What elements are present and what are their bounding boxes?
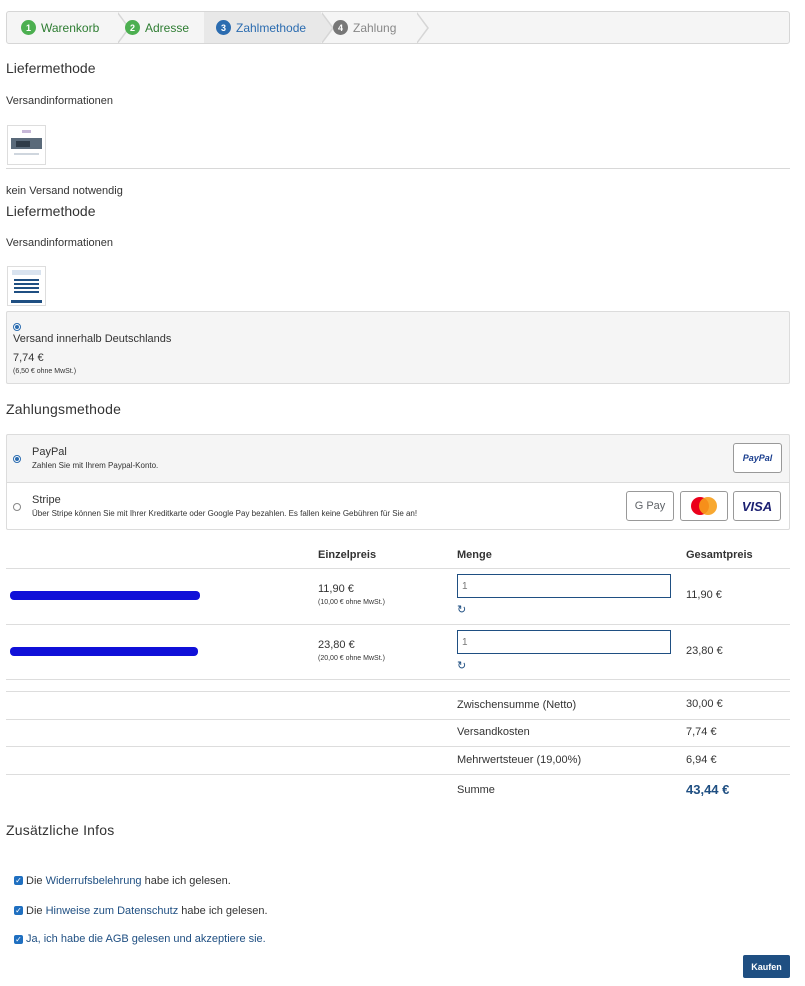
sum-value: 43,44 € <box>686 782 730 797</box>
withdrawal-link[interactable]: Widerrufsbelehrung <box>46 875 142 887</box>
delivery-note: kein Versand notwendig <box>6 185 123 197</box>
stripe-label: Stripe <box>32 494 61 506</box>
divider <box>6 746 790 747</box>
divider <box>6 691 790 692</box>
step-number: 2 <box>125 20 140 35</box>
col-header-total: Gesamtpreis <box>686 549 753 561</box>
step-label: Warenkorb <box>41 20 100 35</box>
shipping-price-net: (6,50 € ohne MwSt.) <box>13 368 77 375</box>
shipping-cost-value: 7,74 € <box>686 726 717 738</box>
additional-info-title: Zusätzliche Infos <box>6 822 115 838</box>
row-total: 23,80 € <box>686 645 723 657</box>
paypal-radio[interactable] <box>13 455 21 463</box>
checkbox-withdrawal[interactable]: ✓ <box>14 876 23 885</box>
terms-text: Ja, ich habe die AGB gelesen und akzepti… <box>26 933 266 945</box>
quantity-input[interactable] <box>457 574 671 598</box>
paypal-desc: Zahlen Sie mit Ihrem Paypal-Konto. <box>32 461 159 470</box>
delivery-subtitle: Versandinformationen <box>6 237 114 249</box>
step-zahlmethode[interactable]: 3 Zahlmethode <box>204 12 334 43</box>
shipping-price: 7,74 € <box>13 352 44 364</box>
step-label: Zahlmethode <box>236 20 307 35</box>
divider <box>6 774 790 775</box>
mastercard-icon <box>680 491 728 521</box>
tax-label: Mehrwertsteuer (19,00%) <box>457 754 582 766</box>
divider <box>6 568 790 569</box>
divider <box>6 168 790 169</box>
row-total: 11,90 € <box>686 589 722 601</box>
privacy-text: Die Hinweise zum Datenschutz habe ich ge… <box>26 905 268 917</box>
unit-price-net: (10,00 € ohne MwSt.) <box>318 599 385 606</box>
stripe-desc: Über Stripe können Sie mit Ihrer Kreditk… <box>32 509 418 518</box>
shipping-option-box[interactable]: Versand innerhalb Deutschlands 7,74 € (6… <box>6 311 790 384</box>
checkbox-privacy[interactable]: ✓ <box>14 906 23 915</box>
sum-label: Summe <box>457 784 495 796</box>
step-number: 4 <box>333 20 348 35</box>
gpay-logo-text: G Pay <box>634 500 666 512</box>
payment-stripe-box[interactable]: Stripe Über Stripe können Sie mit Ihrer … <box>6 482 790 530</box>
refresh-icon[interactable]: ↻ <box>457 603 466 616</box>
unit-price: 11,90 € <box>318 583 354 595</box>
shipping-option-label: Versand innerhalb Deutschlands <box>13 333 172 345</box>
step-warenkorb[interactable]: 1 Warenkorb <box>7 12 130 43</box>
visa-logo-text: VISA <box>741 498 773 514</box>
divider <box>6 679 790 680</box>
payment-title: Zahlungsmethode <box>6 401 122 417</box>
step-label: Zahlung <box>353 20 397 35</box>
divider <box>6 624 790 625</box>
paypal-logo-text: PayPal <box>742 453 773 463</box>
withdrawal-text: Die Widerrufsbelehrung habe ich gelesen. <box>26 875 231 887</box>
shipping-cost-label: Versandkosten <box>457 726 530 738</box>
divider <box>6 719 790 720</box>
quantity-input[interactable] <box>457 630 671 654</box>
product-thumbnail <box>7 266 46 306</box>
step-number: 1 <box>21 20 36 35</box>
paypal-label: PayPal <box>32 446 67 458</box>
paypal-logo-icon: PayPal <box>733 443 782 473</box>
step-adresse[interactable]: 2 Adresse <box>117 12 217 43</box>
privacy-text-pre: Die <box>26 905 46 917</box>
buy-button[interactable]: Kaufen <box>743 955 790 978</box>
subtotal-value: 30,00 € <box>686 698 723 710</box>
google-pay-icon: G Pay <box>626 491 674 521</box>
redacted-product-name <box>10 591 200 600</box>
subtotal-label: Zwischensumme (Netto) <box>457 699 577 711</box>
unit-price: 23,80 € <box>318 639 355 651</box>
checkbox-terms[interactable]: ✓ <box>14 935 23 944</box>
col-header-unit-price: Einzelpreis <box>318 549 377 561</box>
step-label: Adresse <box>145 20 190 35</box>
chevron-right-icon <box>416 12 429 43</box>
delivery-title: Liefermethode <box>6 203 96 219</box>
terms-text-post: gelesen und akzeptiere sie. <box>128 933 266 945</box>
step-number: 3 <box>216 20 231 35</box>
delivery-subtitle: Versandinformationen <box>6 95 114 107</box>
terms-link[interactable]: AGB <box>106 933 129 945</box>
checkout-steps: 1 Warenkorb 2 Adresse 3 Zahlmethode 4 Za… <box>6 11 790 44</box>
col-header-quantity: Menge <box>457 549 492 561</box>
privacy-link[interactable]: Hinweise zum Datenschutz <box>46 905 179 917</box>
stripe-radio[interactable] <box>13 503 21 511</box>
refresh-icon[interactable]: ↻ <box>457 659 466 672</box>
terms-text-pre: Ja, ich habe die <box>26 933 106 945</box>
redacted-product-name <box>10 647 198 656</box>
product-thumbnail <box>7 125 46 165</box>
tax-value: 6,94 € <box>686 754 717 766</box>
step-zahlung[interactable]: 4 Zahlung <box>321 12 429 43</box>
shipping-radio[interactable] <box>13 323 21 331</box>
visa-icon: VISA <box>733 491 781 521</box>
unit-price-net: (20,00 € ohne MwSt.) <box>318 655 385 662</box>
privacy-text-post: habe ich gelesen. <box>178 905 268 917</box>
payment-paypal-box[interactable]: PayPal Zahlen Sie mit Ihrem Paypal-Konto… <box>6 434 790 482</box>
delivery-title: Liefermethode <box>6 60 96 76</box>
withdrawal-text-pre: Die <box>26 875 46 887</box>
withdrawal-text-post: habe ich gelesen. <box>141 875 231 887</box>
